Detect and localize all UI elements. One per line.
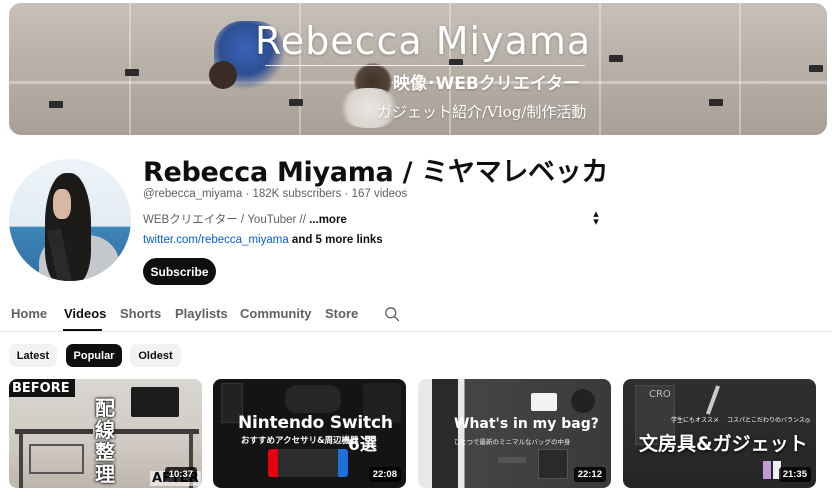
thumb-count: 6選 (348, 435, 377, 455)
channel-description[interactable]: WEBクリエイター / YouTuber // ...more (143, 211, 347, 227)
subscribe-button[interactable]: Subscribe (143, 258, 216, 285)
video-thumbnail-3[interactable]: What's in my bag? ひとつで最新のミニマルなバッグの中身 22:… (418, 379, 611, 488)
twitter-link[interactable]: twitter.com/rebecca_miyama (143, 234, 289, 246)
thumb-subtitle: おすすめアクセサリ&周辺機器 (241, 436, 359, 446)
video-duration: 22:12 (573, 467, 606, 482)
active-tab-indicator (63, 329, 102, 331)
video-thumbnail-2[interactable]: Nintendo Switch おすすめアクセサリ&周辺機器 6選 22:08 (213, 379, 406, 488)
thumb-subtitle: ひとつで最新のミニマルなバッグの中身 (454, 438, 571, 446)
video-thumbnail-4[interactable]: CRO 学生にもオススメ コスパとこだわりのバランス◎ 文房具&ガジェット 21… (623, 379, 816, 488)
video-duration: 22:08 (368, 467, 401, 482)
banner-subtitle: 映像･WEBクリエイター (393, 74, 581, 94)
more-links[interactable]: and 5 more links (292, 234, 383, 246)
subscriber-count: 182K subscribers (252, 188, 342, 200)
video-duration: 21:35 (778, 467, 811, 482)
tab-home[interactable]: Home (11, 306, 47, 321)
banner-title: Rebecca Miyama (255, 19, 592, 63)
thumb-book-label: CRO (649, 389, 671, 400)
description-more-link[interactable]: ...more (309, 214, 347, 226)
thumb-title: 文房具&ガジェット (639, 433, 808, 455)
video-duration: 10:37 (164, 467, 197, 482)
thumb-before-label: BEFORE (9, 379, 75, 397)
channel-meta: @rebecca_miyama · 182K subscribers · 167… (143, 188, 408, 200)
channel-handle: @rebecca_miyama (143, 188, 243, 200)
channel-tabs: Home Videos Shorts Playlists Community S… (0, 296, 832, 332)
tab-store[interactable]: Store (325, 306, 358, 321)
tab-videos[interactable]: Videos (64, 306, 106, 321)
chip-latest[interactable]: Latest (9, 344, 57, 367)
video-thumbnail-1[interactable]: BEFORE 配線整理 AFTER 10:37 (9, 379, 202, 488)
tab-playlists[interactable]: Playlists (175, 306, 228, 321)
chip-oldest[interactable]: Oldest (130, 344, 181, 367)
tab-community[interactable]: Community (240, 306, 312, 321)
channel-avatar[interactable] (9, 159, 131, 281)
thumb-jp-title: 配線整理 (95, 396, 115, 486)
tab-shorts[interactable]: Shorts (120, 306, 161, 321)
channel-links: twitter.com/rebecca_miyama and 5 more li… (143, 234, 383, 246)
banner-tagline: ガジェット紹介/Vlog/制作活動 (377, 103, 587, 121)
description-text: WEBクリエイター / YouTuber // (143, 214, 310, 226)
thumb-title: What's in my bag? (454, 416, 599, 432)
video-count: 167 videos (351, 188, 408, 200)
sort-arrows-icon: ▴ ▾ (593, 208, 599, 228)
channel-banner: Rebecca Miyama 映像･WEBクリエイター ガジェット紹介/Vlog… (9, 3, 827, 135)
thumb-tag-2: コスパとこだわりのバランス◎ (727, 417, 811, 424)
channel-name: Rebecca Miyama / ミヤマレベッカ (143, 157, 609, 188)
thumb-tag-1: 学生にもオススメ (671, 417, 720, 424)
search-icon[interactable] (384, 306, 400, 322)
chip-popular[interactable]: Popular (66, 344, 122, 367)
